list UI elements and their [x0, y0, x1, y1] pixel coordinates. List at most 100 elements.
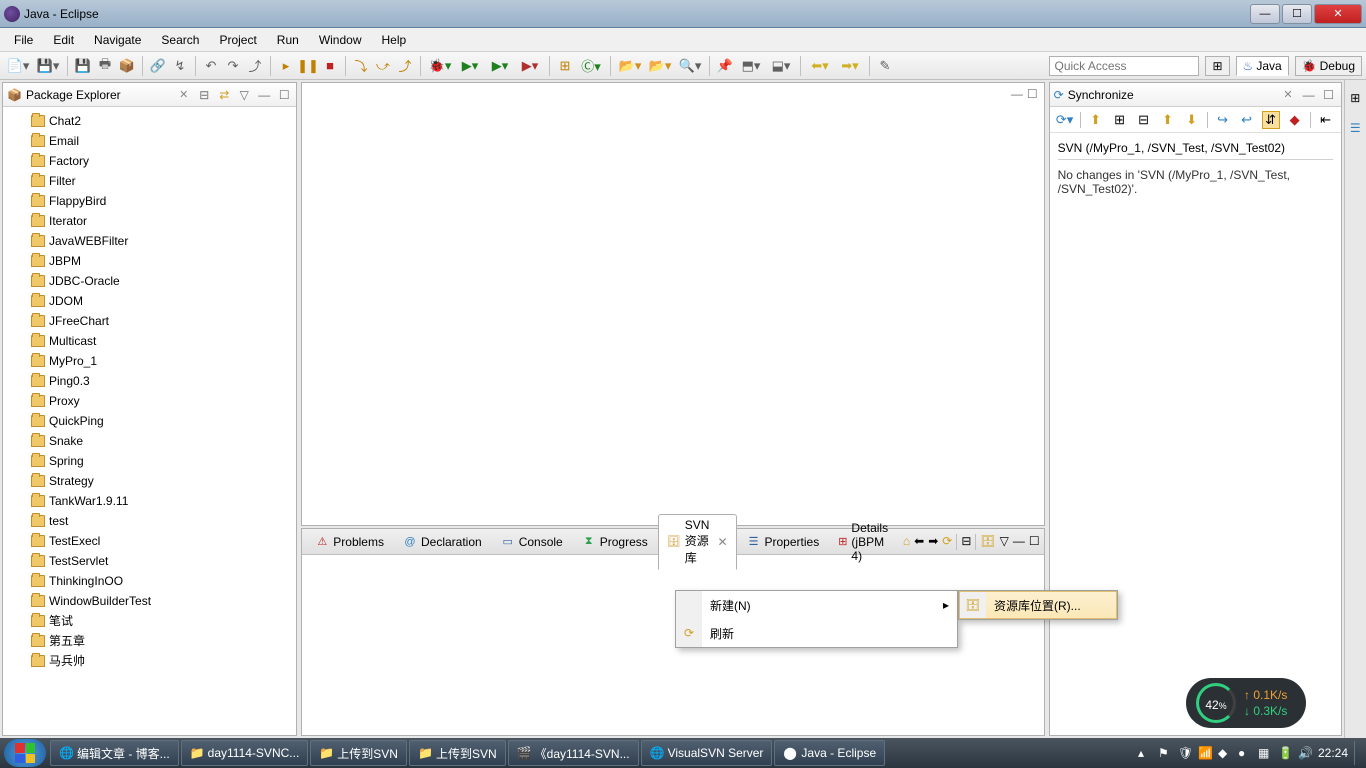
tab-svn-repo[interactable]: 🗄SVN 资源库✕ — [658, 514, 737, 570]
perspective-java[interactable]: ♨Java — [1236, 56, 1289, 76]
package-tree[interactable]: Chat2EmailFactoryFilterFlappyBirdIterato… — [3, 107, 296, 735]
taskbar-item[interactable]: 📁上传到SVN — [310, 740, 407, 766]
print-button[interactable]: 🖶 — [95, 56, 115, 76]
save-button[interactable]: 💾▾ — [34, 56, 62, 76]
pin-button[interactable]: 📌 — [715, 56, 735, 76]
tree-item[interactable]: 第五章 — [7, 631, 292, 651]
terminate-button[interactable]: ■ — [320, 56, 340, 76]
tree-item[interactable]: 笔试 — [7, 611, 292, 631]
sync-pin-button[interactable]: ⬆ — [1087, 111, 1105, 129]
home-button[interactable]: ⌂ — [903, 534, 910, 550]
sync-mode2-button[interactable]: ◆ — [1286, 111, 1304, 129]
tray-clock[interactable]: 22:24 — [1318, 746, 1348, 760]
menu-project[interactable]: Project — [209, 30, 266, 50]
tree-item[interactable]: Proxy — [7, 391, 292, 411]
minimize-view-button[interactable]: ― — [256, 87, 272, 103]
bottom-view-menu-button[interactable]: ▽ — [1000, 534, 1009, 550]
external-tools-button[interactable]: ▶▾ — [516, 56, 544, 76]
undo-button[interactable]: ↶ — [201, 56, 221, 76]
ctx-new[interactable]: 新建(N) ▸ — [676, 591, 957, 619]
save-all-button[interactable]: 💾 — [73, 56, 93, 76]
tree-item[interactable]: test — [7, 511, 292, 531]
menu-edit[interactable]: Edit — [43, 30, 84, 50]
sync-maximize-button[interactable]: ☐ — [1321, 87, 1337, 103]
tree-item[interactable]: 马兵帅 — [7, 651, 292, 671]
tree-item[interactable]: Spring — [7, 451, 292, 471]
tree-item[interactable]: JBPM — [7, 251, 292, 271]
nav-back-button[interactable]: ⬅ — [914, 534, 924, 550]
redo-button[interactable]: ↷ — [223, 56, 243, 76]
network-widget[interactable]: 42% ↑ 0.1K/s ↓ 0.3K/s — [1186, 678, 1306, 728]
tree-item[interactable]: JDOM — [7, 291, 292, 311]
sync-up-button[interactable]: ⬆ — [1159, 111, 1177, 129]
taskbar-item[interactable]: 🎬《day1114-SVN... — [508, 740, 639, 766]
nav-forward-button[interactable]: ➡ — [928, 534, 938, 550]
build-button[interactable]: 📦 — [117, 56, 137, 76]
tree-item[interactable]: MyPro_1 — [7, 351, 292, 371]
taskbar-item[interactable]: ⬤Java - Eclipse — [774, 740, 885, 766]
tree-item[interactable]: Filter — [7, 171, 292, 191]
sync-close-icon[interactable]: ✕ — [1279, 88, 1296, 101]
menu-navigate[interactable]: Navigate — [84, 30, 151, 50]
tray-power-icon[interactable]: 🔋 — [1278, 746, 1292, 760]
tab-console[interactable]: ▭Console — [492, 531, 572, 553]
tree-item[interactable]: TankWar1.9.11 — [7, 491, 292, 511]
sync-filter-button[interactable]: ⟳▾ — [1056, 111, 1074, 129]
collapse-all-button[interactable]: ⊟ — [196, 87, 212, 103]
tab-details[interactable]: ⊞Details (jBPM 4) — [829, 517, 902, 567]
refresh-button[interactable]: ⟳ — [942, 534, 952, 550]
tree-item[interactable]: TestServlet — [7, 551, 292, 571]
tree-item[interactable]: JDBC-Oracle — [7, 271, 292, 291]
tab-declaration[interactable]: @Declaration — [394, 531, 491, 553]
resume-button[interactable]: ▸ — [276, 56, 296, 76]
run-last-button[interactable]: ▶▾ — [486, 56, 514, 76]
taskbar-item[interactable]: 🌐编辑文章 - 博客... — [50, 740, 179, 766]
minimize-button[interactable]: ― — [1250, 4, 1280, 24]
link-button[interactable]: 🔗 — [148, 56, 168, 76]
designer-button[interactable]: ✎ — [875, 56, 895, 76]
new-package-button[interactable]: ⊞ — [555, 56, 575, 76]
run-button[interactable]: ▶▾ — [456, 56, 484, 76]
tray-flag-icon[interactable]: ⚑ — [1158, 746, 1172, 760]
outline-button[interactable]: ☰ — [1345, 118, 1365, 138]
menu-file[interactable]: File — [4, 30, 43, 50]
tree-item[interactable]: QuickPing — [7, 411, 292, 431]
menu-window[interactable]: Window — [309, 30, 372, 50]
taskbar-item[interactable]: 📁day1114-SVNC... — [181, 740, 309, 766]
tab-problems[interactable]: ⚠Problems — [306, 531, 393, 553]
tree-item[interactable]: Strategy — [7, 471, 292, 491]
action1-button[interactable]: ↯ — [170, 56, 190, 76]
collapse-button[interactable]: ⊟ — [961, 534, 971, 550]
annotation-button[interactable]: ⬒▾ — [737, 56, 765, 76]
tree-item[interactable]: JFreeChart — [7, 311, 292, 331]
tab-properties[interactable]: ☰Properties — [738, 531, 829, 553]
ctx-refresh[interactable]: ⟳ 刷新 — [676, 619, 957, 647]
tree-item[interactable]: Snake — [7, 431, 292, 451]
sync-commit-button[interactable]: ↪ — [1214, 111, 1232, 129]
sync-expand-button[interactable]: ⊞ — [1111, 111, 1129, 129]
jump-button[interactable]: ⤴ — [245, 56, 265, 76]
start-button[interactable] — [4, 739, 46, 767]
tray-app1-icon[interactable]: ◆ — [1218, 746, 1232, 760]
menu-help[interactable]: Help — [372, 30, 417, 50]
quick-access-input[interactable] — [1049, 56, 1199, 76]
sync-collapse-button[interactable]: ⊟ — [1135, 111, 1153, 129]
annotation2-button[interactable]: ⬓▾ — [767, 56, 795, 76]
tray-app2-icon[interactable]: ● — [1238, 746, 1252, 760]
sync-update-button[interactable]: ↩ — [1238, 111, 1256, 129]
tree-item[interactable]: WindowBuilderTest — [7, 591, 292, 611]
tree-item[interactable]: Email — [7, 131, 292, 151]
show-desktop-button[interactable] — [1354, 741, 1362, 765]
tree-item[interactable]: ThinkingInOO — [7, 571, 292, 591]
bottom-maximize-button[interactable]: ☐ — [1029, 534, 1040, 550]
open-task-button[interactable]: 📂▾ — [646, 56, 674, 76]
new-wizard-button[interactable]: 📄▾ — [4, 56, 32, 76]
taskbar-item[interactable]: 📁上传到SVN — [409, 740, 506, 766]
tree-item[interactable]: JavaWEBFilter — [7, 231, 292, 251]
step-return-button[interactable]: ⤴ — [395, 56, 415, 76]
new-class-button[interactable]: Ⓒ▾ — [577, 56, 605, 76]
tray-security-icon[interactable]: 🛡 — [1178, 746, 1192, 760]
tree-item[interactable]: Factory — [7, 151, 292, 171]
tree-item[interactable]: FlappyBird — [7, 191, 292, 211]
sync-mode1-button[interactable]: ⇵ — [1262, 111, 1280, 129]
